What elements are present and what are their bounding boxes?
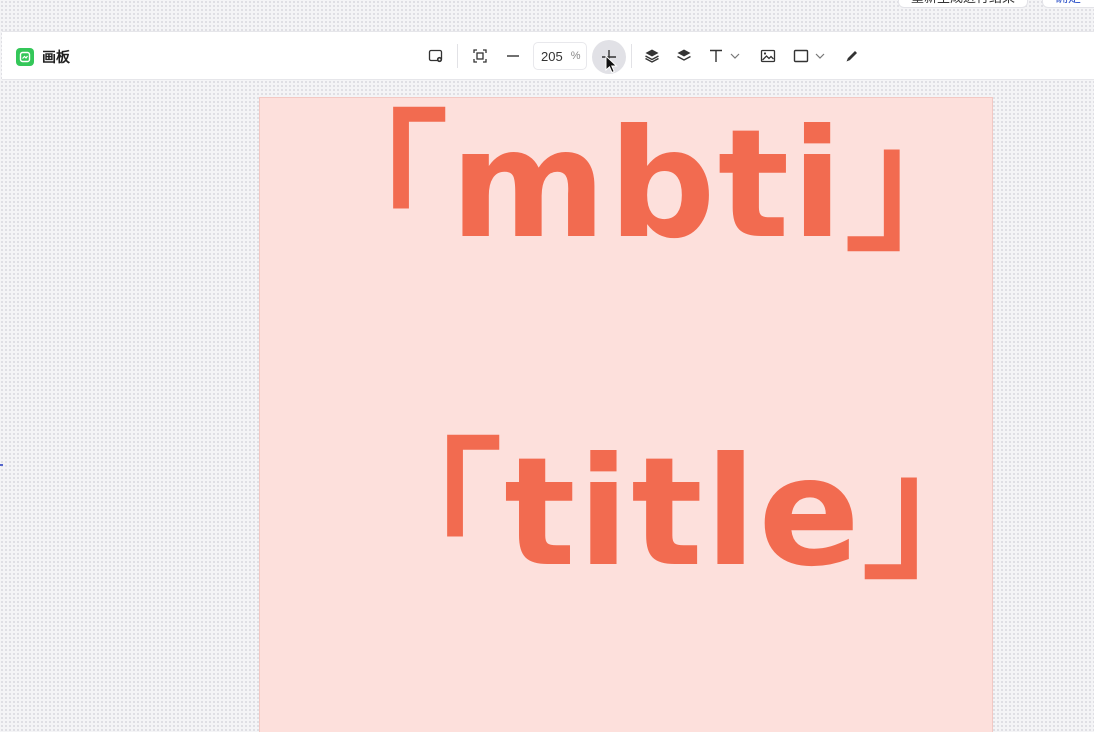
layers-icon	[677, 49, 691, 61]
image-tool-button[interactable]	[756, 44, 780, 68]
board-icon	[16, 48, 34, 66]
zoom-out-icon	[507, 55, 519, 57]
layers-filled-icon	[645, 49, 659, 63]
chevron-down-icon	[815, 53, 824, 59]
shape-tool-button[interactable]	[790, 44, 828, 68]
canvas-text-mbti[interactable]: 「mbti」的	[298, 110, 992, 260]
zoom-out-button[interactable]	[501, 44, 525, 68]
top-strip: 重新生成进行结果 确定	[0, 0, 1094, 30]
zoom-input[interactable]: 205 %	[533, 42, 587, 70]
toolbar-divider	[631, 44, 632, 68]
zoom-value: 205	[541, 48, 563, 64]
canvas-text-title[interactable]: 「title」的	[352, 438, 992, 588]
artboard[interactable]: 「mbti」的 「title」的	[259, 97, 993, 732]
toolbar-divider	[457, 44, 458, 68]
canvas-settings-icon	[428, 49, 443, 63]
app-title-label: 画板	[42, 50, 70, 66]
text-tool-icon	[709, 49, 722, 62]
fit-screen-button[interactable]	[468, 44, 492, 68]
rectangle-tool-icon	[793, 49, 808, 63]
fit-screen-icon	[473, 49, 487, 63]
layers-filled-button[interactable]	[640, 44, 664, 68]
toolbar: 画板 205 %	[2, 31, 1094, 80]
confirm-button[interactable]: 确定	[1042, 0, 1094, 8]
text-tool-button[interactable]	[706, 44, 742, 68]
canvas-settings-button[interactable]	[424, 44, 448, 68]
app-title: 画板	[16, 47, 70, 67]
pen-tool-icon	[846, 51, 857, 62]
pen-tool-button[interactable]	[840, 44, 864, 68]
regenerate-button[interactable]: 重新生成进行结果	[898, 0, 1028, 8]
layers-button[interactable]	[672, 44, 696, 68]
image-tool-icon	[760, 49, 776, 63]
zoom-unit: %	[570, 50, 581, 62]
chevron-down-icon	[730, 53, 739, 59]
left-edge-marker	[0, 464, 3, 466]
mouse-cursor-icon	[605, 55, 618, 74]
